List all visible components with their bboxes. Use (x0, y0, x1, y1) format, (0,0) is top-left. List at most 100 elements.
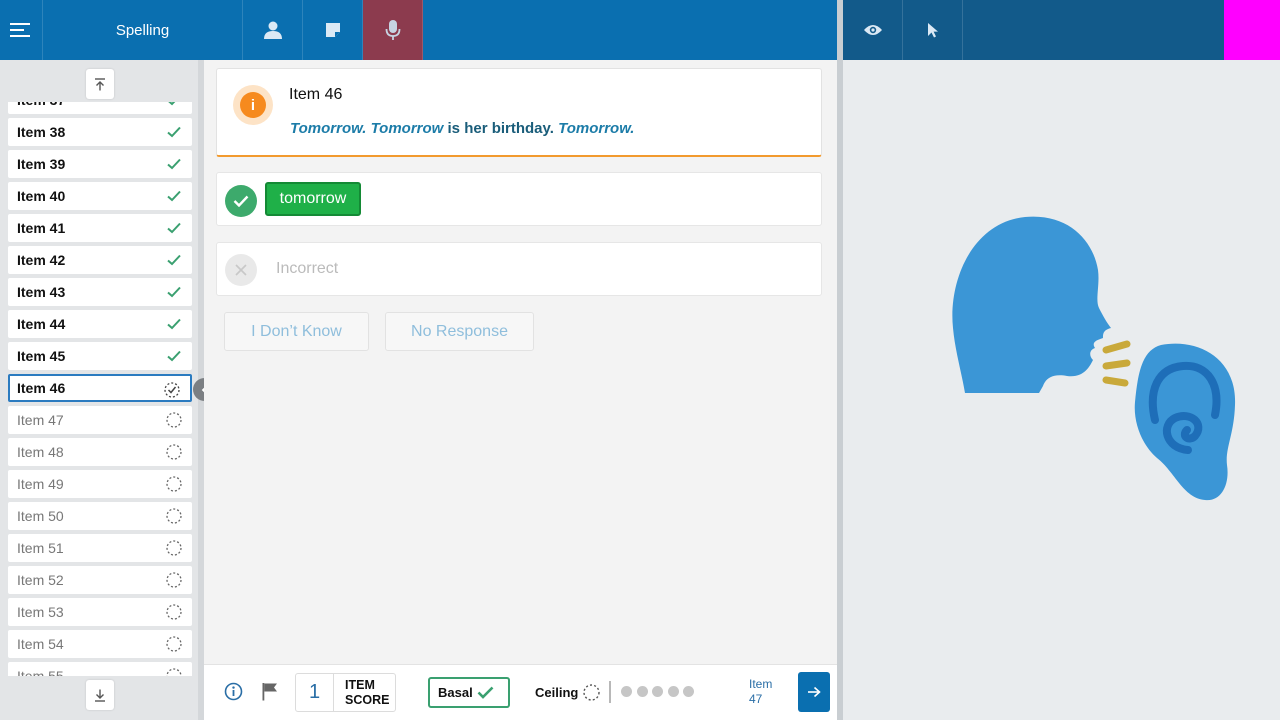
pending-icon (166, 668, 182, 676)
x-icon (235, 264, 247, 276)
prompt-part: Tomorrow (370, 120, 444, 137)
microphone-button[interactable] (363, 0, 423, 60)
note-icon (325, 23, 340, 37)
check-icon (167, 286, 181, 298)
examinee-view-bar (843, 0, 1280, 60)
sidebar-item-label: Item 54 (17, 636, 64, 652)
ceiling-pending-icon (582, 683, 601, 707)
pending-icon (166, 508, 182, 524)
arrow-down-to-line-icon (95, 689, 105, 702)
ceiling-dot (667, 686, 679, 697)
sidebar-item[interactable]: Item 43 (8, 278, 192, 306)
menu-button[interactable] (0, 0, 43, 60)
ceiling-dot (652, 686, 663, 697)
sidebar-item[interactable]: Item 40 (8, 182, 192, 210)
sidebar-item[interactable]: Item 54 (8, 630, 192, 658)
sidebar-item-label: Item 53 (17, 604, 64, 620)
info-icon: i (240, 92, 266, 118)
scroll-bottom-button[interactable] (86, 680, 114, 710)
ceiling-dot (621, 686, 632, 697)
pending-icon (166, 412, 182, 428)
sidebar-item-label: Item 45 (17, 348, 66, 364)
no-response-button[interactable]: No Response (385, 312, 534, 351)
item-score-label-line1: ITEM (345, 677, 375, 692)
check-icon (167, 254, 181, 266)
correct-answer-button[interactable]: tomorrow (265, 182, 361, 216)
sidebar-item-label: Item 52 (17, 572, 64, 588)
next-item-label-line1: Item (749, 677, 773, 691)
sidebar-item[interactable]: Item 49 (8, 470, 192, 498)
dont-know-button[interactable]: I Don’t Know (224, 312, 369, 351)
pending-icon (166, 476, 182, 492)
next-item-button[interactable] (798, 672, 830, 712)
pending-icon (166, 636, 182, 652)
sidebar-item[interactable]: Item 41 (8, 214, 192, 242)
sidebar-item[interactable]: Item 37 (8, 102, 192, 114)
item-prompt: Tomorrow. Tomorrow is her birthday. Tomo… (290, 120, 634, 137)
sidebar-item[interactable]: Item 48 (8, 438, 192, 466)
item-score-value: 1 (296, 674, 334, 711)
sidebar-item[interactable]: Item 46 (8, 374, 192, 402)
item-list: Item 37 Item 38 Item 39 Item 40 Item 41 Item … (0, 102, 198, 676)
item-score-label-line2: SCORE (345, 692, 390, 707)
incorrect-x-button[interactable] (225, 254, 257, 286)
basal-label: Basal (438, 685, 473, 700)
head-silhouette (952, 216, 1111, 393)
ceiling-dot (683, 686, 694, 697)
check-icon (167, 126, 181, 138)
check-icon (233, 195, 249, 207)
ceiling-dot (636, 686, 648, 697)
examinee-button[interactable] (243, 0, 303, 60)
sound-line-3 (1102, 376, 1129, 387)
sound-line-1 (1102, 340, 1131, 354)
sidebar-item[interactable]: Item 52 (8, 566, 192, 594)
prompt-part: is her birthday. (443, 120, 559, 137)
basal-status: Basal (428, 677, 510, 708)
top-bar: Spelling (0, 0, 837, 60)
arrow-right-icon (808, 686, 821, 698)
item-title: Item 46 (289, 86, 343, 103)
arrow-up-to-line-icon (95, 77, 105, 90)
flag-icon (262, 683, 277, 701)
sidebar-item[interactable]: Item 39 (8, 150, 192, 178)
next-item-label: Item 47 (749, 677, 772, 707)
sidebar-item-label: Item 41 (17, 220, 66, 236)
notes-button[interactable] (303, 0, 363, 60)
sidebar-item[interactable]: Item 42 (8, 246, 192, 274)
sidebar-item-label: Item 49 (17, 476, 64, 492)
pending-icon (166, 444, 182, 460)
sidebar-item-label: Item 46 (17, 380, 66, 396)
scroll-top-button[interactable] (86, 69, 114, 99)
pointer-button[interactable] (903, 0, 963, 60)
sidebar-item[interactable]: Item 51 (8, 534, 192, 562)
sidebar-item[interactable]: Item 53 (8, 598, 192, 626)
eye-icon (863, 25, 882, 35)
pending-icon (166, 540, 182, 556)
sidebar-item[interactable]: Item 38 (8, 118, 192, 146)
sidebar-item-label: Item 55 (17, 668, 64, 676)
sidebar-item[interactable]: Item 47 (8, 406, 192, 434)
sidebar-item-label: Item 39 (17, 156, 66, 172)
sidebar-item-label: Item 44 (17, 316, 66, 332)
sidebar-item-label: Item 40 (17, 188, 66, 204)
sidebar-item-label: Item 47 (17, 412, 64, 428)
prompt-part: Tomorrow. (290, 120, 367, 137)
check-icon (477, 686, 494, 699)
sidebar-item[interactable]: Item 45 (8, 342, 192, 370)
microphone-icon (385, 20, 400, 40)
correct-check-button[interactable] (225, 185, 257, 217)
info-circle-icon (224, 682, 243, 701)
sidebar-item-label: Item 50 (17, 508, 64, 524)
sidebar-item[interactable]: Item 50 (8, 502, 192, 530)
sidebar-item[interactable]: Item 55 (8, 662, 192, 676)
info-badge: i (233, 85, 273, 125)
speaking-head-ear-illustration (952, 216, 1236, 501)
flag-item-button[interactable] (261, 682, 279, 706)
item-score-label: ITEM SCORE (334, 678, 389, 708)
check-icon (168, 102, 176, 106)
subtest-title: Spelling (43, 0, 243, 60)
pending-icon (166, 572, 182, 588)
view-toggle-button[interactable] (843, 0, 903, 60)
item-info-button[interactable] (224, 682, 243, 706)
sidebar-item[interactable]: Item 44 (8, 310, 192, 338)
